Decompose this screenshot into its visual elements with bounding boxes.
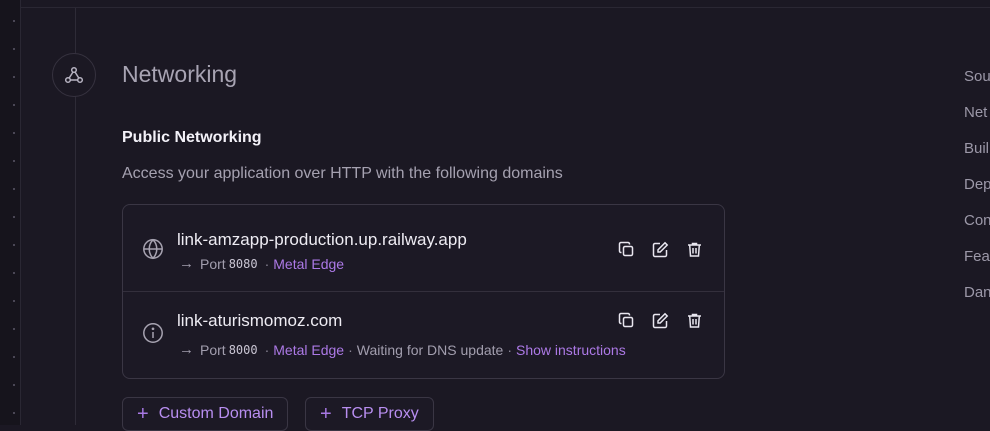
port-line: → Port 8080 · Metal Edge xyxy=(179,255,344,272)
gutter-dot xyxy=(13,412,15,414)
port-label: Port xyxy=(200,341,226,358)
gutter-dot xyxy=(13,104,15,106)
gutter-dot xyxy=(13,188,15,190)
edit-icon[interactable] xyxy=(650,239,670,259)
gutter-dot xyxy=(13,132,15,134)
right-nav-item[interactable]: Con xyxy=(964,212,990,229)
domain-name[interactable]: link-aturismomoz.com xyxy=(177,311,342,331)
show-instructions-link[interactable]: Show instructions xyxy=(516,342,626,358)
tcp-proxy-label: TCP Proxy xyxy=(341,405,419,422)
gutter-dot xyxy=(13,272,15,274)
left-gutter xyxy=(0,0,21,425)
custom-domain-label: Custom Domain xyxy=(158,405,274,422)
arrow-right-icon: → xyxy=(179,255,194,272)
row-actions xyxy=(616,310,704,330)
gutter-dot xyxy=(13,216,15,218)
port-number: 8080 xyxy=(228,256,258,271)
separator: · xyxy=(264,341,270,358)
port-line: → Port 8000 · Metal Edge · Waiting for D… xyxy=(179,341,626,358)
domain-name[interactable]: link-amzapp-production.up.railway.app xyxy=(177,230,467,250)
row-actions xyxy=(616,239,704,259)
right-nav-item[interactable]: Sou xyxy=(964,68,990,85)
gutter-dot xyxy=(13,328,15,330)
right-nav-item[interactable]: Fea xyxy=(964,248,990,265)
copy-icon[interactable] xyxy=(616,239,636,259)
gutter-dot xyxy=(13,76,15,78)
right-nav-item[interactable]: Dep xyxy=(964,176,990,193)
arrow-right-icon: → xyxy=(179,341,194,358)
globe-icon xyxy=(142,238,164,260)
domain-row[interactable]: link-amzapp-production.up.railway.app → … xyxy=(123,205,724,291)
copy-icon[interactable] xyxy=(616,310,636,330)
separator: · xyxy=(348,341,353,358)
network-nodes-icon xyxy=(52,53,96,97)
plus-icon: + xyxy=(137,403,149,425)
dns-status: Waiting for DNS update xyxy=(356,341,504,358)
gutter-dot xyxy=(13,356,15,358)
separator: · xyxy=(507,341,512,358)
port-number: 8000 xyxy=(228,342,258,357)
right-nav-item[interactable]: Buil xyxy=(964,140,989,157)
info-icon xyxy=(142,322,164,344)
gutter-dot xyxy=(13,160,15,162)
metal-edge-link[interactable]: Metal Edge xyxy=(273,342,344,358)
section-title: Networking xyxy=(122,61,238,87)
gutter-dot xyxy=(13,244,15,246)
port-label: Port xyxy=(200,255,226,272)
gutter-dot xyxy=(13,20,15,22)
right-nav-item[interactable]: Dan xyxy=(964,284,990,301)
top-divider xyxy=(20,7,990,8)
public-networking-title: Public Networking xyxy=(122,129,262,146)
domain-row[interactable]: link-aturismomoz.com → Port 8000 · Metal… xyxy=(123,291,724,378)
plus-icon: + xyxy=(320,403,332,425)
gutter-dot xyxy=(13,384,15,386)
metal-edge-link[interactable]: Metal Edge xyxy=(273,256,344,272)
public-networking-description: Access your application over HTTP with t… xyxy=(122,165,563,182)
trash-icon[interactable] xyxy=(684,239,704,259)
add-tcp-proxy-button[interactable]: + TCP Proxy xyxy=(305,397,434,431)
domains-card: link-amzapp-production.up.railway.app → … xyxy=(122,204,725,379)
edit-icon[interactable] xyxy=(650,310,670,330)
separator: · xyxy=(264,255,270,272)
gutter-dot xyxy=(13,48,15,50)
add-custom-domain-button[interactable]: + Custom Domain xyxy=(122,397,289,431)
gutter-dot xyxy=(13,300,15,302)
trash-icon[interactable] xyxy=(684,310,704,330)
right-nav-item[interactable]: Net xyxy=(964,104,987,121)
